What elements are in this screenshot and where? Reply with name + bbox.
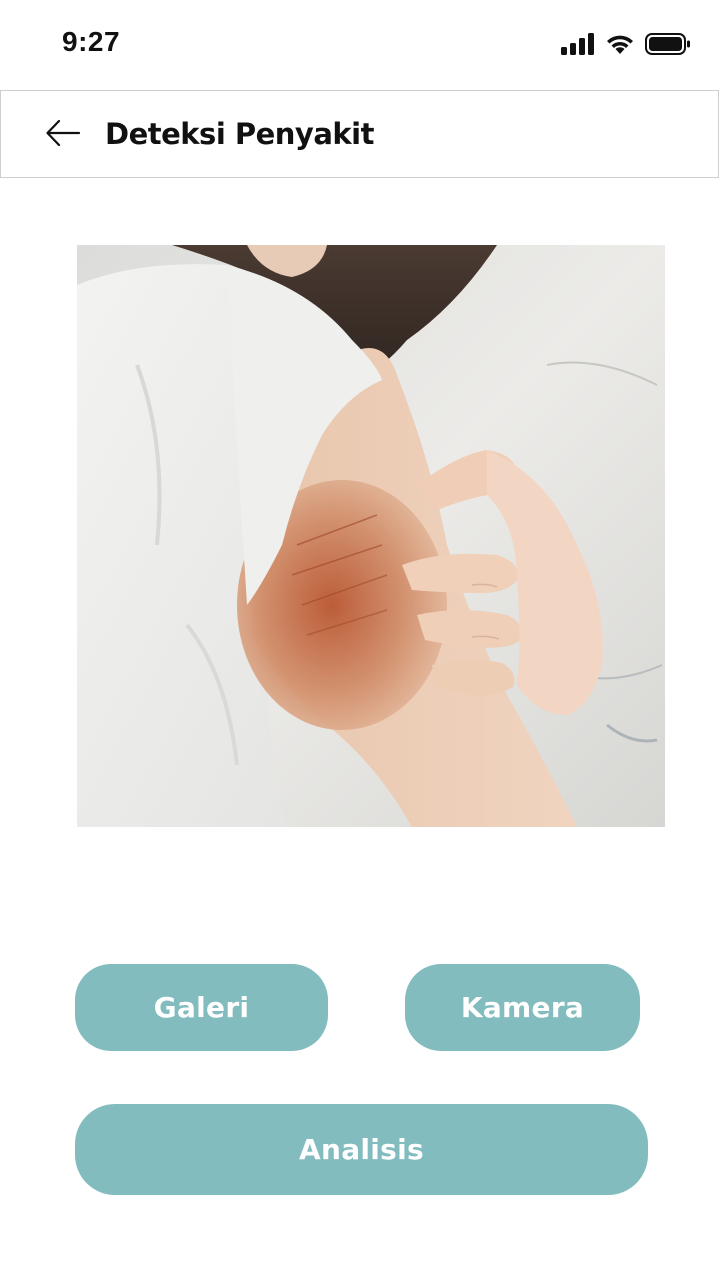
gallery-button[interactable]: Galeri	[75, 964, 328, 1051]
battery-icon	[645, 32, 691, 56]
app-header: Deteksi Penyakit	[0, 90, 719, 178]
status-time: 9:27	[62, 26, 121, 57]
back-button[interactable]	[39, 115, 87, 155]
status-icons	[561, 30, 691, 58]
page-title: Deteksi Penyakit	[105, 117, 375, 151]
analyze-button[interactable]: Analisis	[75, 1104, 648, 1195]
camera-button[interactable]: Kamera	[405, 964, 640, 1051]
status-bar: 9:27	[0, 0, 719, 88]
arrow-left-icon	[45, 119, 81, 152]
wifi-icon	[605, 33, 635, 55]
signal-icon	[561, 33, 595, 55]
preview-image	[77, 245, 665, 827]
